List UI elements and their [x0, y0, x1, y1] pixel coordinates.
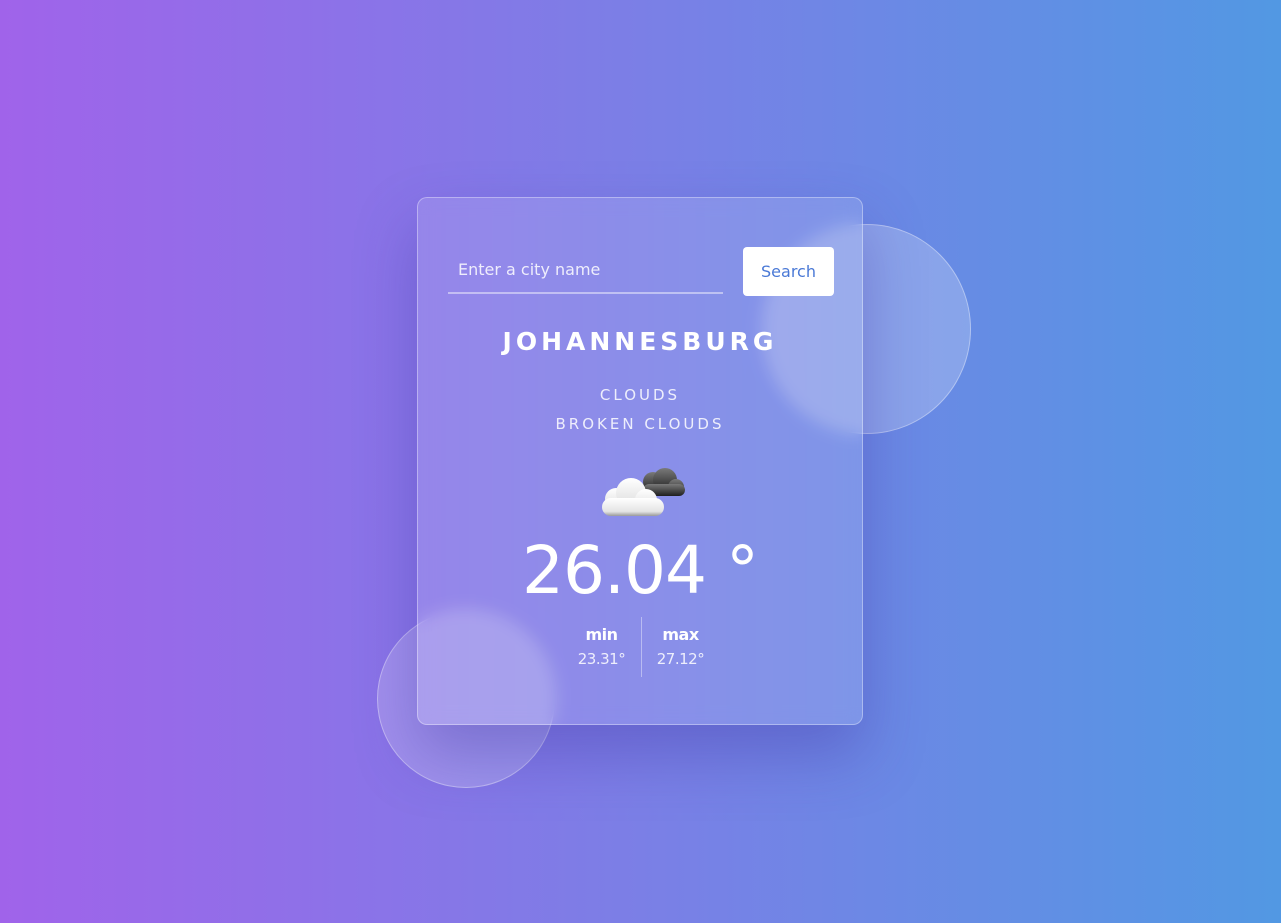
broken-clouds-icon [602, 468, 685, 516]
city-name: JOHANNESBURG [502, 327, 778, 356]
weather-description: BROKEN CLOUDS [555, 415, 725, 433]
weather-card: Search JOHANNESBURG CLOUDS BROKEN CLOUDS [417, 197, 863, 725]
max-temperature: max 27.12° [642, 617, 719, 668]
weather-condition: CLOUDS [599, 386, 681, 404]
max-label: max [662, 625, 699, 644]
min-value: 23.31° [577, 650, 626, 668]
temperature-value: 26.04 ° [522, 532, 759, 609]
min-label: min [585, 625, 618, 644]
search-bar: Search [448, 247, 834, 296]
search-button[interactable]: Search [743, 247, 834, 296]
min-max-temperatures: min 23.31° max 27.12° [563, 617, 719, 677]
city-search-input[interactable] [448, 247, 723, 294]
min-temperature: min 23.31° [563, 617, 640, 668]
max-value: 27.12° [656, 650, 705, 668]
